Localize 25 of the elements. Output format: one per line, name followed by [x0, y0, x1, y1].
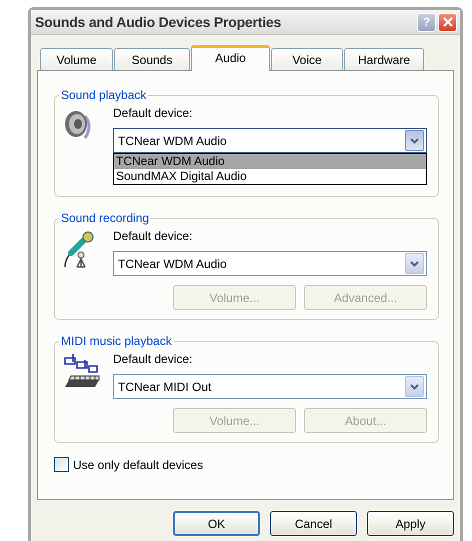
dropdown-option[interactable]: TCNear WDM Audio [114, 154, 426, 169]
device-dropdown[interactable]: TCNear MIDI Out [113, 374, 427, 399]
group-title: MIDI music playback [60, 334, 173, 348]
dialog-button[interactable]: OK [173, 511, 260, 536]
dialog-button[interactable]: Apply [367, 511, 454, 536]
checkbox[interactable] [54, 457, 69, 472]
device-dropdown[interactable]: TCNear WDM Audio [113, 251, 427, 276]
group-title: Sound playback [60, 88, 148, 102]
field-label: Default device: [113, 106, 194, 122]
group-title: Sound recording [60, 211, 150, 225]
close-button[interactable] [438, 12, 457, 32]
close-icon[interactable] [442, 17, 452, 27]
tab[interactable]: Audio [191, 45, 270, 71]
dialog-button[interactable]: Cancel [270, 511, 357, 536]
dropdown-option[interactable]: SoundMAX Digital Audio [114, 169, 426, 184]
tab[interactable]: Sounds [114, 48, 190, 70]
device-dropdown[interactable]: TCNear WDM Audio [113, 128, 427, 153]
tab[interactable]: Volume [40, 48, 113, 70]
field-label: Default device: [113, 229, 194, 245]
keyboard-notes-icon [63, 354, 101, 390]
tab[interactable]: Voice [271, 48, 343, 70]
tab[interactable]: Hardware [344, 48, 424, 70]
window-title: Sounds and Audio Devices Properties [35, 14, 282, 30]
field-label: Default device: [113, 352, 194, 368]
checkbox-label: Use only default devices [73, 458, 204, 472]
